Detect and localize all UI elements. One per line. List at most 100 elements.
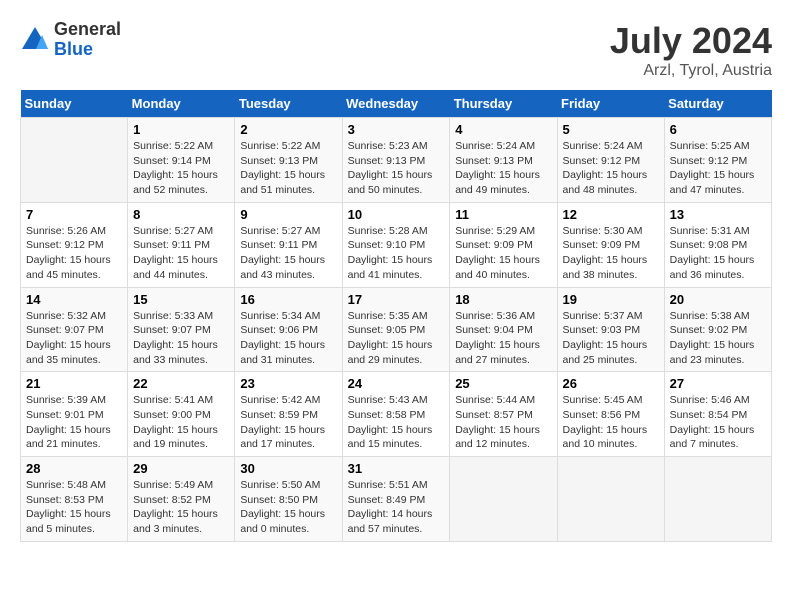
day-number: 29 <box>133 461 229 476</box>
day-number: 16 <box>240 292 336 307</box>
col-header-tuesday: Tuesday <box>235 90 342 118</box>
day-number: 15 <box>133 292 229 307</box>
day-info: Sunrise: 5:24 AM Sunset: 9:13 PM Dayligh… <box>455 139 551 198</box>
day-cell: 16Sunrise: 5:34 AM Sunset: 9:06 PM Dayli… <box>235 287 342 372</box>
day-number: 30 <box>240 461 336 476</box>
day-info: Sunrise: 5:46 AM Sunset: 8:54 PM Dayligh… <box>670 393 766 452</box>
day-info: Sunrise: 5:45 AM Sunset: 8:56 PM Dayligh… <box>563 393 659 452</box>
day-number: 2 <box>240 122 336 137</box>
logo: General Blue <box>20 20 121 60</box>
day-info: Sunrise: 5:27 AM Sunset: 9:11 PM Dayligh… <box>240 224 336 283</box>
day-cell <box>21 118 128 203</box>
day-info: Sunrise: 5:35 AM Sunset: 9:05 PM Dayligh… <box>348 309 445 368</box>
day-number: 23 <box>240 376 336 391</box>
day-number: 25 <box>455 376 551 391</box>
day-cell: 19Sunrise: 5:37 AM Sunset: 9:03 PM Dayli… <box>557 287 664 372</box>
day-number: 10 <box>348 207 445 222</box>
day-info: Sunrise: 5:29 AM Sunset: 9:09 PM Dayligh… <box>455 224 551 283</box>
day-cell: 6Sunrise: 5:25 AM Sunset: 9:12 PM Daylig… <box>664 118 771 203</box>
day-number: 12 <box>563 207 659 222</box>
day-number: 26 <box>563 376 659 391</box>
day-cell: 4 Sunrise: 5:24 AM Sunset: 9:13 PM Daylig… <box>450 118 557 203</box>
day-number: 7 <box>26 207 122 222</box>
day-number: 17 <box>348 292 445 307</box>
day-cell: 27 Sunrise: 5:46 AM Sunset: 8:54 PM Dayli… <box>664 372 771 457</box>
day-cell: 25 Sunrise: 5:44 AM Sunset: 8:57 PM Dayli… <box>450 372 557 457</box>
week-row-3: 14Sunrise: 5:32 AM Sunset: 9:07 PM Dayli… <box>21 287 772 372</box>
title-block: July 2024 Arzl, Tyrol, Austria <box>610 20 772 80</box>
day-info: Sunrise: 5:36 AM Sunset: 9:04 PM Dayligh… <box>455 309 551 368</box>
day-info: Sunrise: 5:22 AM Sunset: 9:14 PM Dayligh… <box>133 139 229 198</box>
day-number: 5 <box>563 122 659 137</box>
day-cell: 11Sunrise: 5:29 AM Sunset: 9:09 PM Dayli… <box>450 202 557 287</box>
day-cell <box>557 457 664 542</box>
week-row-1: 1Sunrise: 5:22 AM Sunset: 9:14 PM Daylig… <box>21 118 772 203</box>
day-cell: 5Sunrise: 5:24 AM Sunset: 9:12 PM Daylig… <box>557 118 664 203</box>
subtitle: Arzl, Tyrol, Austria <box>610 62 772 80</box>
day-cell: 3 Sunrise: 5:23 AM Sunset: 9:13 PM Daylig… <box>342 118 450 203</box>
day-info: Sunrise: 5:26 AM Sunset: 9:12 PM Dayligh… <box>26 224 122 283</box>
page-header: General Blue July 2024 Arzl, Tyrol, Aust… <box>20 20 772 80</box>
day-cell: 8Sunrise: 5:27 AM Sunset: 9:11 PM Daylig… <box>128 202 235 287</box>
day-cell: 26 Sunrise: 5:45 AM Sunset: 8:56 PM Dayli… <box>557 372 664 457</box>
day-cell: 17 Sunrise: 5:35 AM Sunset: 9:05 PM Dayli… <box>342 287 450 372</box>
day-cell <box>664 457 771 542</box>
day-cell: 18 Sunrise: 5:36 AM Sunset: 9:04 PM Dayli… <box>450 287 557 372</box>
day-info: Sunrise: 5:44 AM Sunset: 8:57 PM Dayligh… <box>455 393 551 452</box>
day-number: 31 <box>348 461 445 476</box>
week-row-4: 21 Sunrise: 5:39 AM Sunset: 9:01 PM Dayli… <box>21 372 772 457</box>
day-info: Sunrise: 5:32 AM Sunset: 9:07 PM Dayligh… <box>26 309 122 368</box>
day-number: 9 <box>240 207 336 222</box>
day-number: 27 <box>670 376 766 391</box>
calendar-table: SundayMondayTuesdayWednesdayThursdayFrid… <box>20 90 772 542</box>
day-cell: 24Sunrise: 5:43 AM Sunset: 8:58 PM Dayli… <box>342 372 450 457</box>
day-info: Sunrise: 5:33 AM Sunset: 9:07 PM Dayligh… <box>133 309 229 368</box>
logo-text: General Blue <box>54 20 121 60</box>
day-cell: 23 Sunrise: 5:42 AM Sunset: 8:59 PM Dayli… <box>235 372 342 457</box>
col-header-thursday: Thursday <box>450 90 557 118</box>
day-cell: 29 Sunrise: 5:49 AM Sunset: 8:52 PM Dayli… <box>128 457 235 542</box>
col-header-friday: Friday <box>557 90 664 118</box>
day-cell <box>450 457 557 542</box>
day-info: Sunrise: 5:30 AM Sunset: 9:09 PM Dayligh… <box>563 224 659 283</box>
day-cell: 2Sunrise: 5:22 AM Sunset: 9:13 PM Daylig… <box>235 118 342 203</box>
col-header-wednesday: Wednesday <box>342 90 450 118</box>
day-info: Sunrise: 5:42 AM Sunset: 8:59 PM Dayligh… <box>240 393 336 452</box>
day-number: 3 <box>348 122 445 137</box>
day-cell: 13Sunrise: 5:31 AM Sunset: 9:08 PM Dayli… <box>664 202 771 287</box>
day-info: Sunrise: 5:38 AM Sunset: 9:02 PM Dayligh… <box>670 309 766 368</box>
col-header-saturday: Saturday <box>664 90 771 118</box>
day-info: Sunrise: 5:23 AM Sunset: 9:13 PM Dayligh… <box>348 139 445 198</box>
col-header-monday: Monday <box>128 90 235 118</box>
day-number: 4 <box>455 122 551 137</box>
logo-icon <box>20 25 50 55</box>
header-row: SundayMondayTuesdayWednesdayThursdayFrid… <box>21 90 772 118</box>
day-cell: 1Sunrise: 5:22 AM Sunset: 9:14 PM Daylig… <box>128 118 235 203</box>
col-header-sunday: Sunday <box>21 90 128 118</box>
day-info: Sunrise: 5:37 AM Sunset: 9:03 PM Dayligh… <box>563 309 659 368</box>
calendar-body: 1Sunrise: 5:22 AM Sunset: 9:14 PM Daylig… <box>21 118 772 542</box>
day-info: Sunrise: 5:28 AM Sunset: 9:10 PM Dayligh… <box>348 224 445 283</box>
day-number: 22 <box>133 376 229 391</box>
day-cell: 10 Sunrise: 5:28 AM Sunset: 9:10 PM Dayli… <box>342 202 450 287</box>
day-info: Sunrise: 5:50 AM Sunset: 8:50 PM Dayligh… <box>240 478 336 537</box>
day-number: 18 <box>455 292 551 307</box>
day-info: Sunrise: 5:48 AM Sunset: 8:53 PM Dayligh… <box>26 478 122 537</box>
day-info: Sunrise: 5:51 AM Sunset: 8:49 PM Dayligh… <box>348 478 445 537</box>
logo-blue: Blue <box>54 39 93 59</box>
day-cell: 7 Sunrise: 5:26 AM Sunset: 9:12 PM Daylig… <box>21 202 128 287</box>
day-info: Sunrise: 5:49 AM Sunset: 8:52 PM Dayligh… <box>133 478 229 537</box>
day-number: 28 <box>26 461 122 476</box>
day-number: 24 <box>348 376 445 391</box>
day-number: 21 <box>26 376 122 391</box>
day-info: Sunrise: 5:25 AM Sunset: 9:12 PM Dayligh… <box>670 139 766 198</box>
day-info: Sunrise: 5:41 AM Sunset: 9:00 PM Dayligh… <box>133 393 229 452</box>
main-title: July 2024 <box>610 20 772 62</box>
day-cell: 22 Sunrise: 5:41 AM Sunset: 9:00 PM Dayli… <box>128 372 235 457</box>
week-row-2: 7 Sunrise: 5:26 AM Sunset: 9:12 PM Daylig… <box>21 202 772 287</box>
day-cell: 15 Sunrise: 5:33 AM Sunset: 9:07 PM Dayli… <box>128 287 235 372</box>
day-cell: 30 Sunrise: 5:50 AM Sunset: 8:50 PM Dayli… <box>235 457 342 542</box>
day-info: Sunrise: 5:39 AM Sunset: 9:01 PM Dayligh… <box>26 393 122 452</box>
week-row-5: 28 Sunrise: 5:48 AM Sunset: 8:53 PM Dayli… <box>21 457 772 542</box>
logo-general: General <box>54 19 121 39</box>
